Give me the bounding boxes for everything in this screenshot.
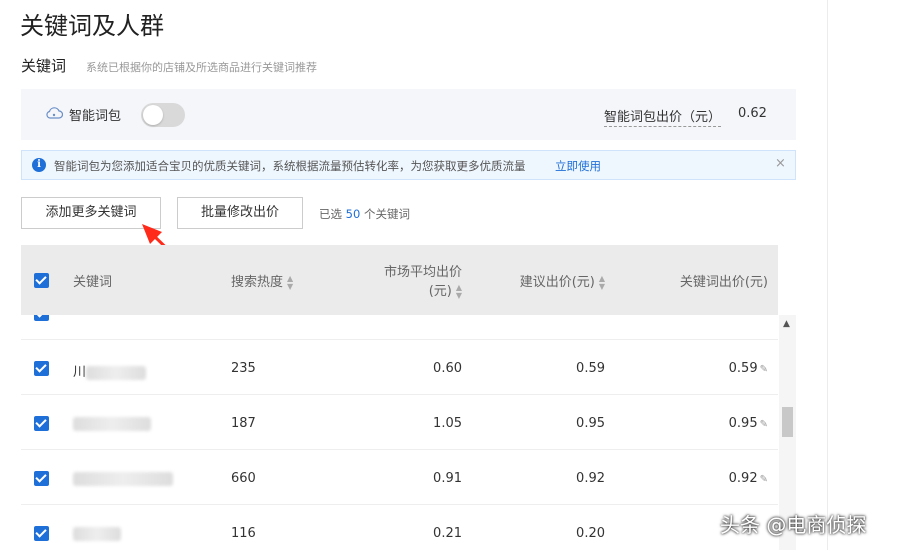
selected-suffix: 个关键词 (363, 207, 410, 221)
row-checkbox[interactable] (34, 361, 49, 376)
sort-icon[interactable]: ▲ ▼ (287, 274, 293, 291)
blurred-keyword (73, 471, 173, 486)
keyword-cell (73, 526, 121, 541)
keyword-cell (73, 471, 173, 486)
smart-pack-bar: 智能词包 智能词包出价（元） 0.62 (21, 89, 796, 140)
scroll-up-icon[interactable]: ▲ (783, 319, 790, 329)
suggested-bid-cell: 0.20 (576, 526, 605, 541)
header-search-heat[interactable]: 搜索热度 ▲ ▼ (231, 271, 293, 291)
edit-icon[interactable]: ✎ (760, 419, 768, 430)
section-subtitle: 系统已根据你的店铺及所选商品进行关键词推荐 (86, 61, 317, 74)
selected-prefix: 已选 (319, 207, 342, 221)
my-bid-cell[interactable]: 0.59 ✎ (729, 361, 768, 376)
section-title: 关键词 (21, 57, 67, 75)
avg-bid-cell: 0.60 (433, 361, 462, 376)
smart-pack-bid-label: 智能词包出价（元） (604, 106, 722, 127)
cloud-icon (46, 107, 63, 119)
row-checkbox[interactable] (34, 471, 49, 486)
header-avg-bid-line2: (元) (428, 284, 452, 299)
close-icon[interactable]: × (775, 156, 786, 171)
blurred-keyword (73, 526, 121, 541)
table-row: 187 1.05 0.95 0.95 ✎ (21, 395, 778, 450)
my-bid-value: 0.92 (728, 471, 758, 486)
avg-bid-cell: 0.21 (433, 526, 462, 541)
sort-icon[interactable]: ▲ ▼ (456, 283, 462, 300)
sort-icon[interactable]: ▲ ▼ (599, 274, 605, 291)
info-banner: i 智能词包为您添加适合宝贝的优质关键词，系统根据流量预估转化率，为您获取更多优… (21, 150, 796, 180)
my-bid-cell[interactable]: 0.95 ✎ (729, 416, 768, 431)
right-divider (827, 0, 828, 550)
header-suggested-bid[interactable]: 建议出价(元) ▲ ▼ (520, 271, 605, 291)
page-title: 关键词及人群 (20, 12, 164, 40)
keyword-table-body: 川 235 0.60 0.59 0.59 ✎ 187 1.05 0.95 0.95… (21, 315, 778, 550)
header-avg-bid[interactable]: 市场平均出价 (元) ▲ ▼ (384, 261, 462, 300)
info-text: 智能词包为您添加适合宝贝的优质关键词，系统根据流量预估转化率，为您获取更多优质流… (54, 159, 526, 173)
suggested-bid-cell: 0.59 (576, 361, 605, 376)
heat-cell: 235 (231, 361, 256, 376)
header-avg-bid-line1: 市场平均出价 (383, 265, 462, 280)
suggested-bid-cell: 0.92 (576, 471, 605, 486)
table-row (21, 315, 778, 340)
avg-bid-cell: 1.05 (433, 416, 462, 431)
header-keyword: 关键词 (73, 275, 113, 290)
toggle-knob (143, 105, 163, 125)
header-search-heat-label: 搜索热度 (231, 275, 284, 290)
blurred-keyword (86, 365, 147, 380)
row-checkbox[interactable] (34, 416, 49, 431)
use-now-link[interactable]: 立即使用 (555, 158, 601, 174)
smart-pack-label: 智能词包 (69, 109, 122, 124)
smart-pack-bid-value[interactable]: 0.62 (738, 106, 767, 121)
keyword-text: 川 (73, 365, 87, 380)
header-my-bid: 关键词出价(元) (679, 275, 768, 290)
table-row: 川 235 0.60 0.59 0.59 ✎ (21, 340, 778, 395)
edit-icon[interactable]: ✎ (760, 474, 768, 485)
watermark: 头条 @电商侦探 (720, 513, 867, 537)
heat-cell: 116 (231, 526, 256, 541)
row-checkbox[interactable] (34, 315, 49, 321)
smart-pack-toggle[interactable] (141, 103, 185, 127)
keyword-cell (73, 416, 151, 431)
blurred-keyword (73, 416, 151, 431)
keyword-cell: 川 (73, 361, 147, 380)
table-header: 关键词 搜索热度 ▲ ▼ 市场平均出价 (元) ▲ ▼ 建议出价(元) ▲ ▼ 关键词出价(… (21, 245, 778, 315)
selected-count: 50 (345, 207, 361, 221)
heat-cell: 660 (231, 471, 256, 486)
header-suggested-bid-label: 建议出价(元) (519, 275, 595, 290)
my-bid-value: 0.59 (728, 361, 758, 376)
avg-bid-cell: 0.91 (433, 471, 462, 486)
heat-cell: 187 (231, 416, 256, 431)
row-checkbox[interactable] (34, 526, 49, 541)
my-bid-cell[interactable]: 0.92 ✎ (729, 471, 768, 486)
select-all-checkbox[interactable] (34, 273, 49, 288)
scroll-thumb[interactable] (782, 407, 793, 437)
table-row: 660 0.91 0.92 0.92 ✎ (21, 450, 778, 505)
edit-icon[interactable]: ✎ (760, 364, 768, 375)
selected-count-info: 已选 50 个关键词 (319, 206, 410, 222)
my-bid-value: 0.95 (728, 416, 758, 431)
table-row: 116 0.21 0.20 (21, 505, 778, 550)
info-icon: i (32, 158, 46, 172)
suggested-bid-cell: 0.95 (576, 416, 605, 431)
